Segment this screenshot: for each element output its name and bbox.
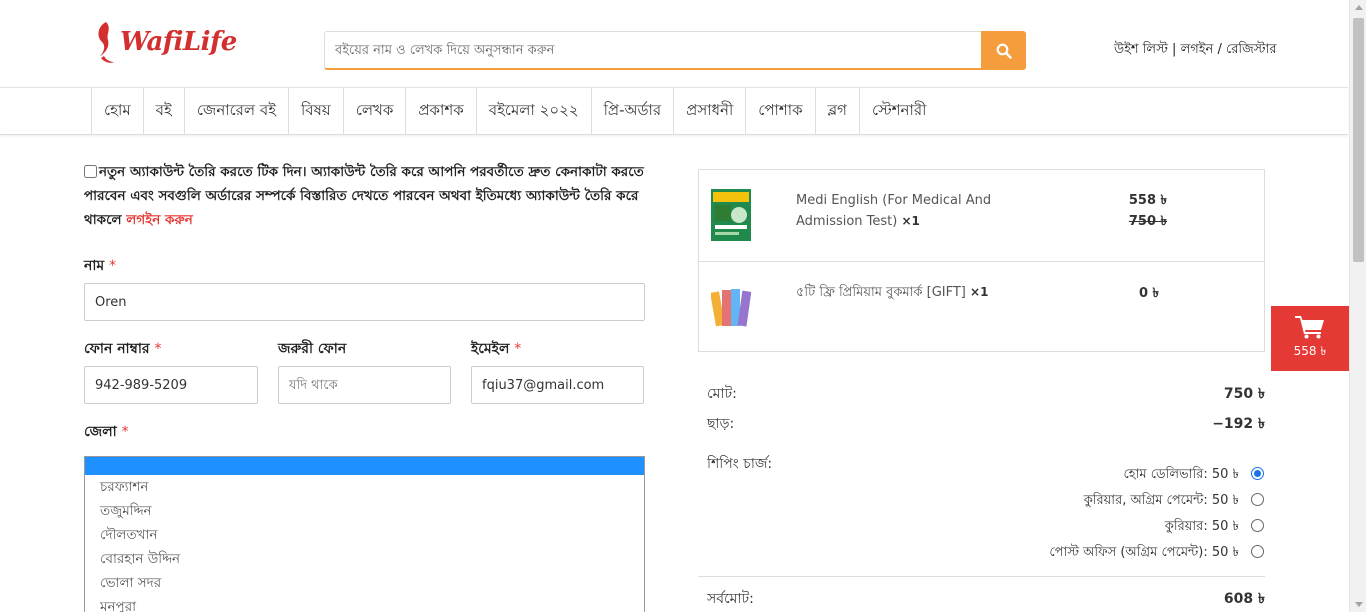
discount-label: ছাড়: (707, 416, 735, 432)
shipping-radio-post-office[interactable] (1251, 545, 1264, 558)
nav-item-general-books[interactable]: জেনারেল বই (183, 88, 288, 134)
discount-value: −192 ৳ (1212, 416, 1265, 432)
grand-total-label: সর্বমোট: (707, 591, 754, 607)
shipping-option-courier[interactable]: কুরিয়ার: 50 ৳ (1165, 517, 1239, 538)
nav-item-clothing[interactable]: পোশাক (745, 88, 814, 134)
phone-label: ফোন নাম্বার * (84, 341, 162, 357)
wishlist-link[interactable]: উইশ লিস্ট (1114, 42, 1168, 57)
floating-cart-total: 558 ৳ (1293, 343, 1327, 358)
site-logo[interactable]: WafiLife (92, 16, 237, 68)
nav-item-stationery[interactable]: স্টেশনারী (858, 88, 938, 134)
logo-mark-icon (98, 22, 114, 63)
shipping-option-courier-advance[interactable]: কুরিয়ার, অগ্রিম পেমেন্ট: 50 ৳ (1084, 491, 1239, 512)
nav-item-authors[interactable]: লেখক (342, 88, 406, 134)
cart-icon (1295, 315, 1324, 338)
search-bar (324, 31, 1026, 70)
nav-item-subjects[interactable]: বিষয় (288, 88, 343, 134)
district-option[interactable]: দৌলতখান (85, 523, 644, 547)
order-item: Medi English (For Medical And Admission … (699, 170, 1264, 261)
district-option[interactable] (85, 457, 644, 475)
shipping-radio-courier[interactable] (1251, 519, 1264, 532)
nav-item-home[interactable]: হোম (91, 88, 143, 134)
link-separator: / (1213, 42, 1226, 57)
account-links: উইশ লিস্ট | লগইন / রেজিস্টার (1114, 40, 1276, 61)
subtotal-label: মোট: (707, 386, 737, 402)
grand-total-row: সর্বমোট: 608 ৳ (707, 587, 1265, 611)
district-option[interactable]: চরফ্যাশন (85, 475, 644, 499)
nav-item-cosmetics[interactable]: প্রসাধনী (673, 88, 745, 134)
bookmark-gift-icon[interactable] (711, 286, 751, 330)
alt-phone-label: জরুরী ফোন (278, 341, 347, 357)
nav-item-publishers[interactable]: প্রকাশক (405, 88, 475, 134)
name-label: নাম * (84, 258, 117, 274)
item-name[interactable]: ৫টি ফ্রি প্রিমিয়াম বুকমার্ক [GIFT] ×1 (796, 282, 1026, 303)
item-old-price: 750 ৳ (1128, 214, 1167, 229)
phone-field[interactable] (84, 366, 258, 404)
search-input[interactable] (324, 31, 982, 70)
item-name[interactable]: Medi English (For Medical And Admission … (796, 190, 1016, 232)
register-link[interactable]: রেজিস্টার (1226, 42, 1277, 57)
link-separator: | (1167, 42, 1181, 57)
site-header: WafiLife উইশ লিস্ট | লগইন / রেজিস্টার (0, 0, 1348, 88)
shipping-radio-courier-advance[interactable] (1251, 493, 1264, 506)
nav-item-pre-order[interactable]: প্রি-অর্ডার (590, 88, 674, 134)
name-field[interactable] (84, 283, 645, 321)
district-option[interactable]: তজুমদ্দিন (85, 499, 644, 523)
shipping-radio-home-delivery[interactable] (1251, 467, 1264, 480)
district-option[interactable]: ভোলা সদর (85, 571, 644, 595)
floating-cart-button[interactable]: 558 ৳ (1271, 306, 1349, 371)
search-icon (996, 43, 1012, 59)
scrollbar-thumb[interactable] (1353, 18, 1364, 262)
item-price: 558 ৳ (1128, 193, 1167, 208)
create-account-notice: নতুন অ্যাকাউন্ট তৈরি করতে টিক দিন। অ্যাক… (84, 160, 646, 232)
district-dropdown-list[interactable]: চরফ্যাশন তজুমদ্দিন দৌলতখান বোরহান উদ্দিন… (84, 456, 645, 612)
search-button[interactable] (981, 31, 1026, 70)
subtotal-row: মোট: 750 ৳ (707, 382, 1265, 406)
main-nav: হোম বই জেনারেল বই বিষয় লেখক প্রকাশক বইম… (0, 88, 1348, 135)
logo-text: WafiLife (120, 27, 237, 57)
email-field[interactable] (471, 366, 644, 404)
item-price: 0 ৳ (1138, 286, 1159, 301)
scroll-up-icon[interactable] (1355, 5, 1363, 10)
discount-row: ছাড়: −192 ৳ (707, 412, 1265, 436)
nav-item-book-fair[interactable]: বইমেলা ২০২২ (475, 88, 591, 134)
shipping-option-home-delivery[interactable]: হোম ডেলিভারি: 50 ৳ (1124, 465, 1239, 486)
shipping-option-post-office[interactable]: পোস্ট অফিস (অগ্রিম পেমেন্ট): 50 ৳ (1049, 543, 1239, 564)
email-label: ইমেইল * (471, 341, 522, 357)
order-item: ৫টি ফ্রি প্রিমিয়াম বুকমার্ক [GIFT] ×1 0… (699, 261, 1264, 353)
alt-phone-field[interactable] (278, 366, 451, 404)
nav-item-books[interactable]: বই (142, 88, 184, 134)
total-divider (698, 576, 1265, 577)
nav-item-blog[interactable]: ব্লগ (814, 88, 859, 134)
shipping-label: শিপিং চার্জ: (707, 456, 773, 472)
order-items: Medi English (For Medical And Admission … (698, 169, 1265, 352)
login-now-link[interactable]: লগইন করুন (126, 212, 193, 228)
district-option[interactable]: মনপুরা (85, 595, 644, 612)
scroll-down-icon[interactable] (1355, 602, 1363, 607)
billing-form: নতুন অ্যাকাউন্ট তৈরি করতে টিক দিন। অ্যাক… (84, 160, 646, 612)
grand-total-value: 608 ৳ (1223, 591, 1265, 607)
district-label: জেলা * (84, 424, 129, 440)
create-account-checkbox[interactable] (84, 165, 97, 178)
book-cover-icon[interactable] (711, 189, 751, 241)
district-option[interactable]: বোরহান উদ্দিন (85, 547, 644, 571)
subtotal-value: 750 ৳ (1223, 386, 1265, 402)
login-link[interactable]: লগইন (1181, 42, 1214, 57)
page-scrollbar[interactable] (1349, 0, 1366, 612)
